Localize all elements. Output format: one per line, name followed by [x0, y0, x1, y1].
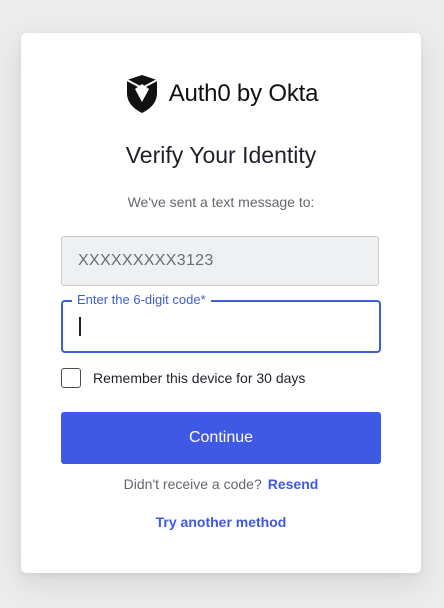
- page-title: Verify Your Identity: [125, 142, 317, 168]
- code-input[interactable]: [63, 302, 379, 351]
- phone-number-field: XXXXXXXXX3123: [61, 236, 379, 286]
- text-cursor: [79, 317, 81, 336]
- code-field[interactable]: Enter the 6-digit code*: [61, 292, 381, 353]
- resend-question: Didn't receive a code?: [123, 476, 262, 492]
- continue-button[interactable]: Continue: [61, 412, 381, 464]
- login-card: Auth0 by Okta Verify Your Identity We've…: [21, 33, 421, 573]
- remember-device[interactable]: Remember this device for 30 days: [61, 368, 305, 388]
- auth0-shield-icon: [126, 75, 158, 113]
- resend-row: Didn't receive a code? Resend: [21, 476, 421, 492]
- page-subtitle: We've sent a text message to:: [127, 194, 315, 210]
- try-another-method-link[interactable]: Try another method: [21, 514, 421, 530]
- remember-checkbox[interactable]: [61, 368, 81, 388]
- brand-name: Auth0 by Okta: [168, 80, 319, 107]
- brand-logo: Auth0 by Okta: [21, 72, 421, 116]
- remember-label[interactable]: Remember this device for 30 days: [93, 370, 305, 386]
- resend-link[interactable]: Resend: [268, 476, 319, 492]
